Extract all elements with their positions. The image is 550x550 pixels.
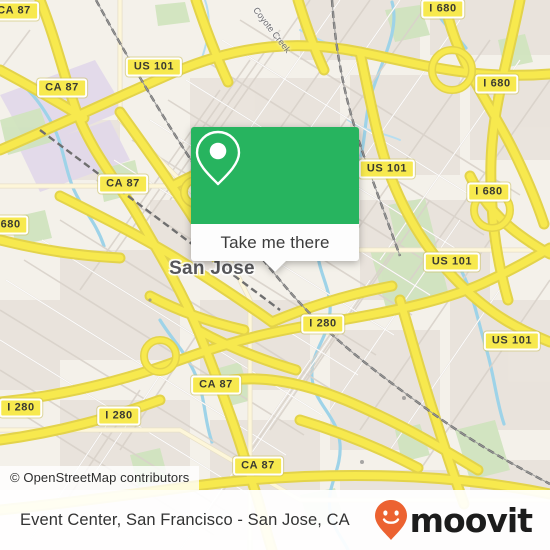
road-shield: US 101 xyxy=(125,57,183,77)
road-shield: US 101 xyxy=(483,331,541,351)
road-shield: CA 87 xyxy=(0,1,39,21)
map-screenshot: San Jose Coyote Creek I 680 CA 87 US 101 CA … xyxy=(0,0,550,550)
take-me-there-label: Take me there xyxy=(220,232,330,252)
popup-pin-area xyxy=(191,127,359,224)
location-popup-card[interactable]: Take me there xyxy=(191,127,359,272)
map-canvas[interactable]: San Jose Coyote Creek I 680 CA 87 US 101 CA … xyxy=(0,0,550,550)
map-pin-icon xyxy=(195,130,241,186)
road-shield: US 101 xyxy=(358,159,416,179)
road-shield: CA 87 xyxy=(191,375,241,395)
road-shield: I 280 xyxy=(0,398,43,418)
road-shield: US 101 xyxy=(423,252,481,272)
take-me-there-button[interactable]: Take me there xyxy=(191,224,359,261)
road-shield: CA 87 xyxy=(98,174,148,194)
road-shield: I 280 xyxy=(97,406,141,426)
moovit-pin-icon xyxy=(374,500,407,540)
moovit-logo[interactable]: moovit xyxy=(374,499,533,541)
bottom-info-bar: Event Center, San Francisco - San Jose, … xyxy=(0,490,550,550)
osm-attribution[interactable]: © OpenStreetMap contributors xyxy=(0,466,200,490)
moovit-wordmark: moovit xyxy=(409,500,533,540)
road-shield: I 280 xyxy=(301,314,345,334)
road-shield: I 680 xyxy=(0,215,29,235)
road-shield: I 680 xyxy=(421,0,465,19)
popup-pointer-tail xyxy=(264,261,286,272)
road-shield: I 680 xyxy=(475,74,519,94)
road-shield: CA 87 xyxy=(233,456,283,476)
location-title: Event Center, San Francisco - San Jose, … xyxy=(20,510,350,529)
road-shield: CA 87 xyxy=(37,78,87,98)
road-shield: I 680 xyxy=(467,182,511,202)
